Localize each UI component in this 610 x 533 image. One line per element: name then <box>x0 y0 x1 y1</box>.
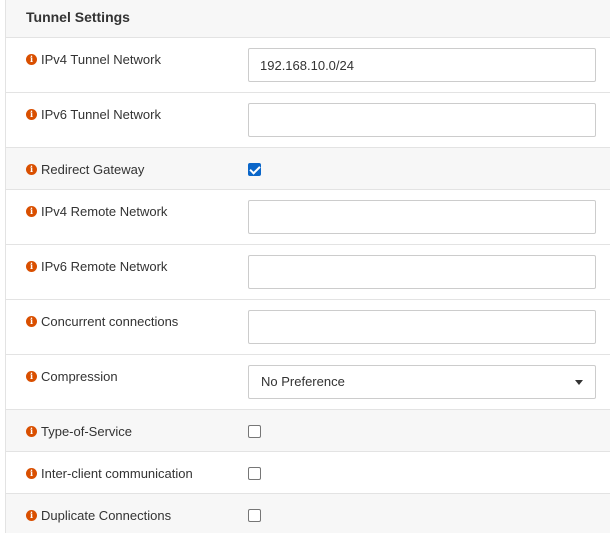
info-icon[interactable]: i <box>26 467 37 479</box>
ipv6-remote-network-label: i IPv6 Remote Network <box>26 258 167 274</box>
info-icon[interactable]: i <box>26 108 37 120</box>
concurrent-connections-input[interactable] <box>248 310 596 344</box>
info-icon[interactable]: i <box>26 205 37 217</box>
label-text: IPv4 Tunnel Network <box>41 51 161 67</box>
ipv4-tunnel-network-label: i IPv4 Tunnel Network <box>26 51 161 67</box>
redirect-gateway-checkbox[interactable] <box>248 163 261 176</box>
redirect-gateway-label: i Redirect Gateway <box>26 161 144 177</box>
label-text: IPv4 Remote Network <box>41 203 168 219</box>
ipv4-tunnel-network-input[interactable] <box>248 48 596 82</box>
ipv4-remote-network-input[interactable] <box>248 200 596 234</box>
checkmark-icon <box>249 163 261 175</box>
duplicate-connections-label: i Duplicate Connections <box>26 507 171 523</box>
info-icon[interactable]: i <box>26 163 37 175</box>
info-icon[interactable]: i <box>26 509 37 521</box>
compression-label: i Compression <box>26 368 118 384</box>
row-inter-client-communication: i Inter-client communication <box>6 452 610 494</box>
compression-select[interactable]: No Preference <box>248 365 596 399</box>
info-icon[interactable]: i <box>26 53 37 65</box>
label-text: Inter-client communication <box>41 465 193 481</box>
ipv4-remote-network-label: i IPv4 Remote Network <box>26 203 167 219</box>
section-title: Tunnel Settings <box>26 9 130 25</box>
type-of-service-label: i Type-of-Service <box>26 423 132 439</box>
info-icon[interactable]: i <box>26 370 37 382</box>
label-text: IPv6 Tunnel Network <box>41 106 161 122</box>
info-icon[interactable]: i <box>26 425 37 437</box>
section-header: Tunnel Settings <box>6 0 610 38</box>
row-redirect-gateway: i Redirect Gateway <box>6 148 610 190</box>
row-ipv6-tunnel-network: i IPv6 Tunnel Network <box>6 93 610 148</box>
inter-client-communication-checkbox[interactable] <box>248 467 261 480</box>
compression-selected-value: No Preference <box>261 374 345 389</box>
label-text: Type-of-Service <box>41 423 133 439</box>
label-text: IPv6 Remote Network <box>41 258 168 274</box>
type-of-service-checkbox[interactable] <box>248 425 261 438</box>
row-ipv6-remote-network: i IPv6 Remote Network <box>6 245 610 300</box>
inter-client-communication-label: i Inter-client communication <box>26 465 193 481</box>
caret-down-icon <box>575 380 583 385</box>
concurrent-connections-label: i Concurrent connections <box>26 313 178 329</box>
ipv6-remote-network-input[interactable] <box>248 255 596 289</box>
row-concurrent-connections: i Concurrent connections <box>6 300 610 355</box>
row-ipv4-tunnel-network: i IPv4 Tunnel Network <box>6 38 610 93</box>
label-text: Redirect Gateway <box>41 161 145 177</box>
label-text: Concurrent connections <box>41 313 179 329</box>
label-text: Duplicate Connections <box>41 507 172 523</box>
row-duplicate-connections: i Duplicate Connections <box>6 494 610 533</box>
row-type-of-service: i Type-of-Service <box>6 410 610 452</box>
tunnel-settings-panel: Tunnel Settings i IPv4 Tunnel Network i … <box>5 0 610 533</box>
info-icon[interactable]: i <box>26 315 37 327</box>
info-icon[interactable]: i <box>26 260 37 272</box>
ipv6-tunnel-network-label: i IPv6 Tunnel Network <box>26 106 161 122</box>
duplicate-connections-checkbox[interactable] <box>248 509 261 522</box>
label-text: Compression <box>41 368 118 384</box>
ipv6-tunnel-network-input[interactable] <box>248 103 596 137</box>
row-ipv4-remote-network: i IPv4 Remote Network <box>6 190 610 245</box>
row-compression: i Compression No Preference <box>6 355 610 410</box>
